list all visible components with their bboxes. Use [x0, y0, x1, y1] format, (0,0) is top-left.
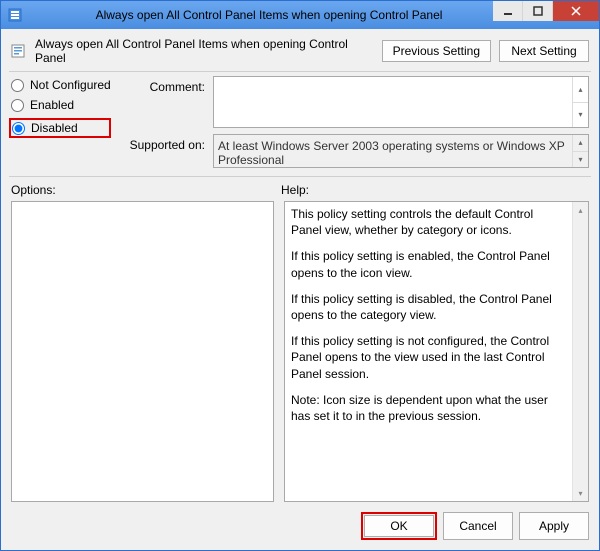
cancel-button[interactable]: Cancel — [443, 512, 513, 540]
supported-spin[interactable]: ▴ ▾ — [572, 135, 588, 167]
chevron-up-icon[interactable]: ▴ — [573, 202, 588, 218]
dialog-footer: OK Cancel Apply — [1, 508, 599, 550]
help-paragraph: This policy setting controls the default… — [291, 206, 566, 238]
fields: Comment: ▴ ▾ Supported on: At least Wind… — [119, 76, 589, 168]
help-paragraph: If this policy setting is enabled, the C… — [291, 248, 566, 280]
comment-field[interactable]: ▴ ▾ — [213, 76, 589, 128]
titlebar[interactable]: Always open All Control Panel Items when… — [1, 1, 599, 29]
chevron-up-icon[interactable]: ▴ — [572, 135, 588, 152]
radio-disabled[interactable]: Disabled — [12, 121, 106, 135]
next-setting-button[interactable]: Next Setting — [499, 40, 589, 62]
close-button[interactable] — [553, 1, 599, 21]
settings-upper: Not Configured Enabled Disabled Comment: — [1, 72, 599, 176]
header-row: Always open All Control Panel Items when… — [1, 29, 599, 71]
supported-field: At least Windows Server 2003 operating s… — [213, 134, 589, 168]
scroll-track[interactable] — [573, 218, 588, 485]
supported-label: Supported on: — [119, 134, 205, 168]
radio-enabled-label: Enabled — [30, 98, 74, 112]
policy-title: Always open All Control Panel Items when… — [35, 37, 374, 65]
state-radio-group: Not Configured Enabled Disabled — [11, 76, 111, 168]
radio-enabled[interactable]: Enabled — [11, 98, 111, 112]
comment-value[interactable] — [214, 77, 572, 127]
radio-not-configured-input[interactable] — [11, 79, 24, 92]
radio-disabled-input[interactable] — [12, 122, 25, 135]
chevron-up-icon[interactable]: ▴ — [572, 77, 588, 103]
highlight-ok: OK — [361, 512, 437, 540]
help-paragraph: If this policy setting is not configured… — [291, 333, 566, 382]
chevron-down-icon[interactable]: ▾ — [572, 152, 588, 168]
supported-row: Supported on: At least Windows Server 20… — [119, 134, 589, 168]
options-pane — [11, 201, 274, 502]
highlight-disabled: Disabled — [9, 118, 111, 138]
radio-not-configured-label: Not Configured — [30, 78, 111, 92]
help-pane: This policy setting controls the default… — [284, 201, 589, 502]
policy-icon — [11, 43, 27, 59]
help-content: This policy setting controls the default… — [285, 202, 572, 501]
minimize-button[interactable] — [493, 1, 523, 21]
radio-disabled-label: Disabled — [31, 121, 78, 135]
window-controls — [493, 1, 599, 21]
radio-not-configured[interactable]: Not Configured — [11, 78, 111, 92]
policy-dialog: Always open All Control Panel Items when… — [0, 0, 600, 551]
options-heading: Options: — [11, 183, 281, 197]
help-heading: Help: — [281, 183, 309, 197]
mid-labels: Options: Help: — [1, 177, 599, 199]
panes: This policy setting controls the default… — [1, 199, 599, 508]
radio-enabled-input[interactable] — [11, 99, 24, 112]
ok-button[interactable]: OK — [364, 515, 434, 537]
previous-setting-button[interactable]: Previous Setting — [382, 40, 491, 62]
maximize-button[interactable] — [523, 1, 553, 21]
apply-button[interactable]: Apply — [519, 512, 589, 540]
supported-value: At least Windows Server 2003 operating s… — [214, 135, 572, 167]
chevron-down-icon[interactable]: ▾ — [573, 485, 588, 501]
app-icon — [7, 7, 23, 23]
help-paragraph: If this policy setting is disabled, the … — [291, 291, 566, 323]
help-scrollbar[interactable]: ▴ ▾ — [572, 202, 588, 501]
comment-row: Comment: ▴ ▾ — [119, 76, 589, 128]
chevron-down-icon[interactable]: ▾ — [572, 103, 588, 128]
comment-spin[interactable]: ▴ ▾ — [572, 77, 588, 127]
comment-label: Comment: — [119, 76, 205, 128]
help-paragraph: Note: Icon size is dependent upon what t… — [291, 392, 566, 424]
